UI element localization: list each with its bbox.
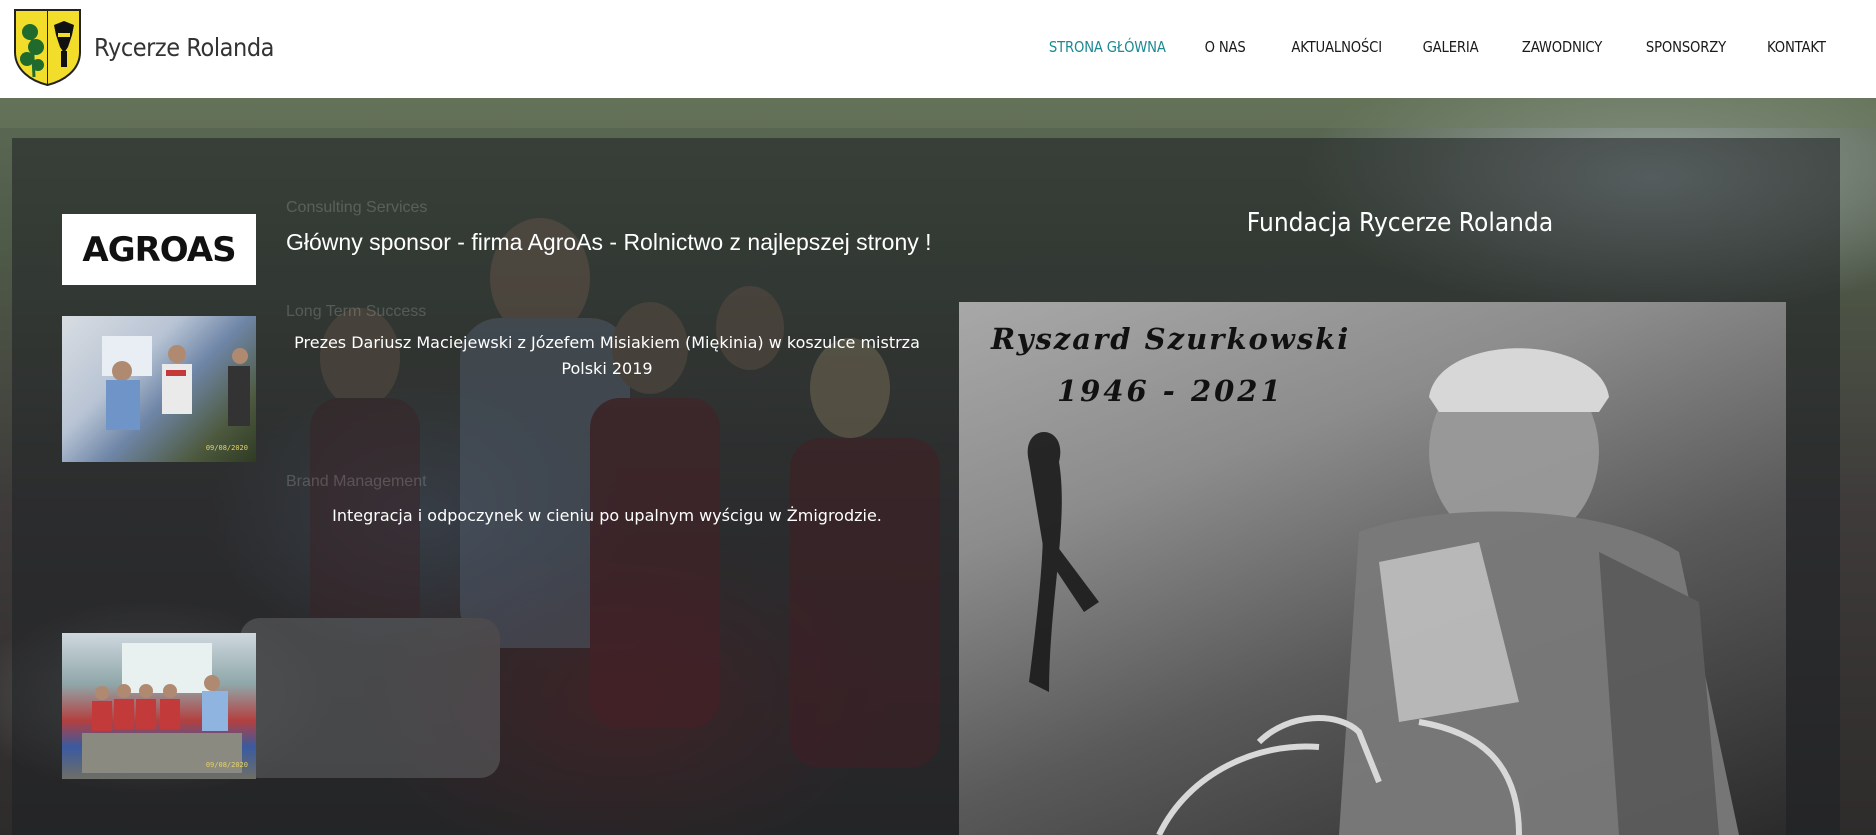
nav-sponsors[interactable]: SPONSORZY [1646,38,1726,56]
slide-thumbnail-1[interactable]: 09/08/2020 [62,316,256,462]
foundation-title: Fundacja Rycerze Rolanda [1246,208,1554,238]
thumbnail-photo [82,643,242,773]
ghost-slide-label: Brand Management [286,473,427,490]
nav-news[interactable]: AKTUALNOŚCI [1291,38,1382,56]
coat-of-arms-icon [14,9,81,87]
memorial-name: Ryszard Szurkowski [991,322,1351,356]
nav-gallery[interactable]: GALERIA [1422,38,1478,56]
logo-link[interactable]: Rycerze Rolanda [12,7,294,87]
nav-riders[interactable]: ZAWODNICY [1522,38,1602,56]
nav-contact[interactable]: KONTAKT [1767,38,1826,56]
ghost-slide-label: Consulting Services [286,199,428,216]
memorial-years: 1946 - 2021 [1057,374,1284,408]
photo-date-stamp: 09/08/2020 [205,761,248,769]
main-nav: STRONA GŁÓWNA O NAS AKTUALNOŚCI GALERIA … [1000,38,1826,56]
nav-about[interactable]: O NAS [1205,38,1246,56]
thumbnail-photo [102,336,250,430]
agroas-logo: AGROAS [82,229,236,270]
ghost-slide-label: Long Term Success [286,303,427,320]
nav-home[interactable]: STRONA GŁÓWNA [1049,38,1166,56]
site-brand: Rycerze Rolanda [94,32,274,62]
slide-caption-1[interactable]: Prezes Dariusz Maciejewski z Józefem Mis… [286,330,928,382]
site-header: Rycerze Rolanda STRONA GŁÓWNA O NAS AKTU… [0,0,1876,98]
slide-caption-2[interactable]: Integracja i odpoczynek w cieniu po upal… [286,503,928,529]
sponsor-thumbnail[interactable]: AGROAS [62,214,256,285]
slide-headline[interactable]: Główny sponsor - firma AgroAs - Rolnictw… [286,229,932,256]
photo-date-stamp: 09/08/2020 [205,444,248,452]
memorial-image[interactable]: Ryszard Szurkowski 1946 - 2021 [959,302,1786,835]
slide-thumbnail-2[interactable]: 09/08/2020 [62,633,256,779]
